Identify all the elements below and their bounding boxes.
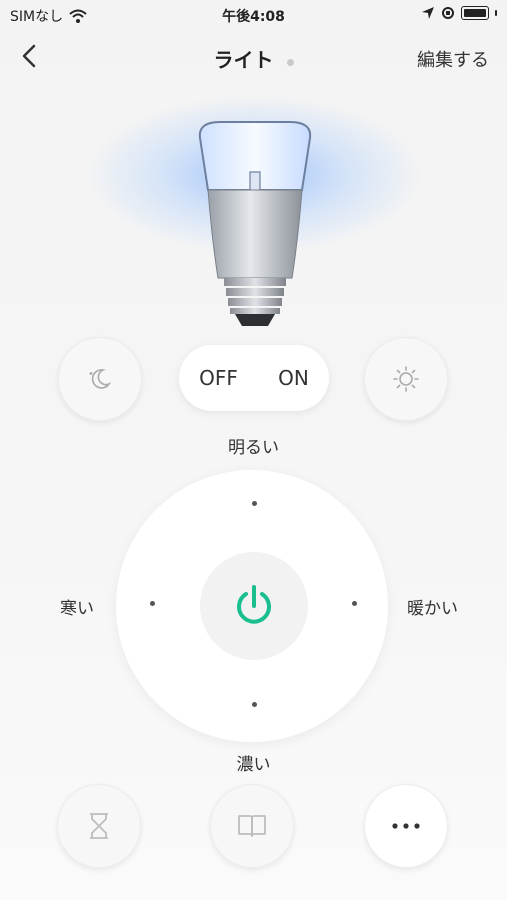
page-title: ライト (213, 48, 274, 72)
off-option[interactable]: OFF (199, 366, 238, 390)
nav-bar: ライト 編集する (0, 36, 507, 76)
label-bright: 明るい (228, 438, 279, 458)
battery-tip (495, 10, 497, 16)
battery-icon (461, 6, 489, 20)
edit-button[interactable]: 編集する (417, 46, 489, 72)
timer-button[interactable] (57, 784, 141, 868)
power-toggle[interactable]: OFF ON (179, 345, 329, 411)
label-warm: 暖かい (407, 599, 458, 619)
status-bar: SIMなし 午後4:08 (0, 0, 507, 30)
power-icon (237, 585, 271, 624)
guide-button[interactable] (210, 784, 294, 868)
sun-icon (393, 366, 419, 392)
location-icon (422, 7, 434, 19)
light-bulb-icon (198, 121, 312, 326)
status-right (421, 6, 497, 20)
more-button[interactable] (364, 784, 448, 868)
dial-dot-top (252, 501, 257, 506)
label-cool: 寒い (60, 599, 94, 619)
power-button[interactable] (200, 552, 308, 660)
hourglass-icon (90, 813, 108, 839)
dial-dot-right (352, 601, 357, 606)
on-option[interactable]: ON (278, 366, 309, 390)
dial-dot-bottom (252, 702, 257, 707)
dial-dot-left (150, 601, 155, 606)
night-mode-button[interactable] (58, 337, 142, 421)
book-icon (238, 815, 266, 837)
label-dark: 濃い (236, 755, 271, 775)
moon-icon (89, 369, 112, 389)
more-icon (392, 823, 420, 829)
status-dot (286, 59, 294, 66)
rotation-lock-icon (442, 7, 454, 19)
day-mode-button[interactable] (364, 337, 448, 421)
